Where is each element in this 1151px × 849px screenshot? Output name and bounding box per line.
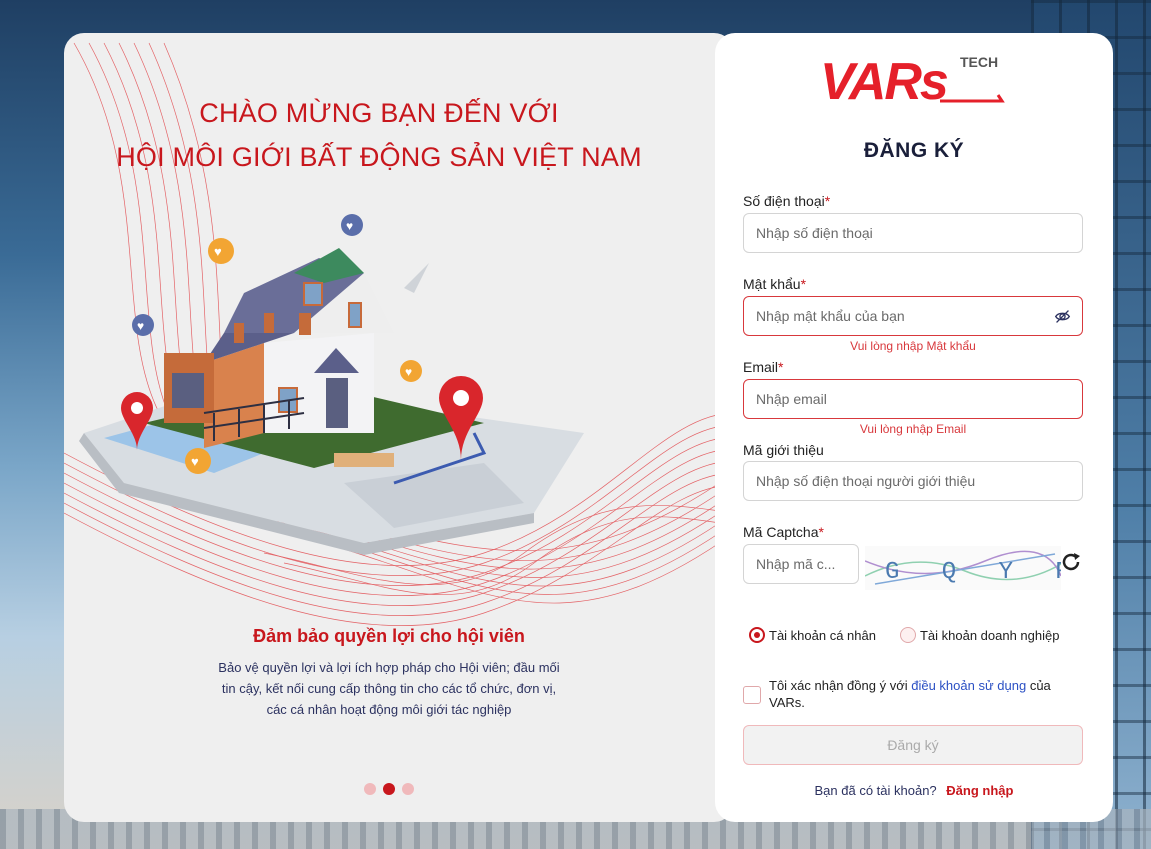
slide-description: Bảo vệ quyền lợi và lợi ích hợp pháp cho… bbox=[218, 660, 560, 717]
form-title: ĐĂNG KÝ bbox=[863, 139, 965, 162]
carousel-dots bbox=[364, 783, 414, 795]
welcome-title-line1: CHÀO MỪNG BẠN ĐẾN VỚI bbox=[199, 98, 559, 128]
referral-input[interactable]: Nhập số điện thoại người giới thiệu bbox=[743, 461, 1083, 501]
refresh-icon[interactable] bbox=[1059, 550, 1083, 574]
eye-slash-icon[interactable] bbox=[1054, 308, 1071, 325]
captcha-label: Mã Captcha* bbox=[743, 524, 824, 540]
phone-label-text: Số điện thoại bbox=[743, 193, 825, 209]
email-placeholder: Nhập email bbox=[756, 391, 827, 407]
terms-agreement: Tôi xác nhận đồng ý với điều khoản sử dụ… bbox=[769, 677, 1069, 711]
terms-checkbox[interactable] bbox=[743, 686, 761, 704]
svg-text:TECH: TECH bbox=[960, 54, 998, 70]
carousel-dot[interactable] bbox=[402, 783, 414, 795]
referral-placeholder: Nhập số điện thoại người giới thiệu bbox=[756, 473, 976, 489]
captcha-label-text: Mã Captcha bbox=[743, 524, 819, 540]
password-input[interactable]: Nhập mật khẩu của bạn bbox=[743, 296, 1083, 336]
radio-checked-icon[interactable] bbox=[749, 627, 765, 643]
radio-personal-label: Tài khoản cá nhân bbox=[769, 627, 876, 643]
radio-unchecked-icon[interactable] bbox=[899, 627, 916, 643]
svg-text:♥: ♥ bbox=[346, 219, 353, 233]
required-mark: * bbox=[778, 359, 784, 375]
login-prompt-row: Bạn đã có tài khoản? Đăng nhập bbox=[715, 783, 1113, 798]
referral-label: Mã giới thiệu bbox=[743, 442, 824, 458]
svg-text:♥: ♥ bbox=[191, 454, 199, 469]
svg-text:♥: ♥ bbox=[405, 365, 412, 379]
terms-prefix: Tôi xác nhận đồng ý với bbox=[769, 678, 908, 693]
account-type-group: Tài khoản cá nhân Tài khoản doanh nghiệp bbox=[749, 627, 1059, 643]
email-label: Email* bbox=[743, 359, 783, 375]
password-placeholder: Nhập mật khẩu của bạn bbox=[756, 308, 905, 324]
register-button[interactable]: Đăng ký bbox=[743, 725, 1083, 765]
radio-business-account[interactable]: Tài khoản doanh nghiệp bbox=[899, 627, 1060, 643]
phone-label: Số điện thoại* bbox=[743, 193, 830, 209]
terms-link[interactable]: điều khoản sử dụng bbox=[911, 678, 1026, 693]
required-mark: * bbox=[824, 193, 831, 209]
slide-title: Đảm bảo quyền lợi cho hội viên bbox=[253, 626, 525, 646]
carousel-dot[interactable] bbox=[364, 783, 376, 795]
house-map-illustration: ♥ ♥ ♥ ♥ ♥ bbox=[79, 214, 584, 555]
email-label-text: Email bbox=[743, 359, 779, 375]
email-error: Vui lòng nhập Email bbox=[859, 422, 967, 436]
svg-text:♥: ♥ bbox=[137, 319, 144, 333]
captcha-input[interactable]: Nhập mã c... bbox=[743, 544, 859, 584]
vars-tech-logo: VARs TECH bbox=[820, 53, 1005, 105]
phone-placeholder: Nhập số điện thoại bbox=[756, 225, 873, 241]
required-mark: * bbox=[818, 524, 824, 540]
welcome-title-line2: HỘI MÔI GIỚI BẤT ĐỘNG SẢN VIỆT NAM bbox=[116, 142, 642, 172]
welcome-title: CHÀO MỪNG BẠN ĐẾN VỚI HỘI MÔI GIỚI BẤT Đ… bbox=[64, 91, 694, 179]
password-label-text: Mật khẩu bbox=[743, 276, 801, 292]
welcome-panel: CHÀO MỪNG BẠN ĐẾN VỚI HỘI MÔI GIỚI BẤT Đ… bbox=[64, 33, 734, 822]
password-label: Mật khẩu* bbox=[743, 276, 806, 292]
phone-input[interactable]: Nhập số điện thoại bbox=[743, 213, 1083, 253]
radio-business-label: Tài khoản doanh nghiệp bbox=[919, 627, 1060, 643]
captcha-image: G Q Y R Z bbox=[865, 546, 1061, 590]
email-input[interactable]: Nhập email bbox=[743, 379, 1083, 419]
password-error: Vui lòng nhập Mật khẩu bbox=[850, 339, 976, 353]
svg-text:G Q Y R Z: G Q Y R Z bbox=[885, 559, 1061, 586]
svg-text:VARs: VARs bbox=[820, 53, 948, 105]
required-mark: * bbox=[800, 276, 807, 292]
radio-personal-account[interactable]: Tài khoản cá nhân bbox=[749, 627, 876, 643]
login-prompt: Bạn đã có tài khoản? bbox=[814, 783, 937, 798]
register-form-panel: VARs TECH ĐĂNG KÝ Số điện thoại* Nhập số… bbox=[715, 33, 1113, 822]
login-link[interactable]: Đăng nhập bbox=[946, 783, 1013, 798]
carousel-dot-active[interactable] bbox=[383, 783, 395, 795]
captcha-placeholder: Nhập mã c... bbox=[756, 556, 836, 572]
svg-text:♥: ♥ bbox=[214, 244, 222, 259]
